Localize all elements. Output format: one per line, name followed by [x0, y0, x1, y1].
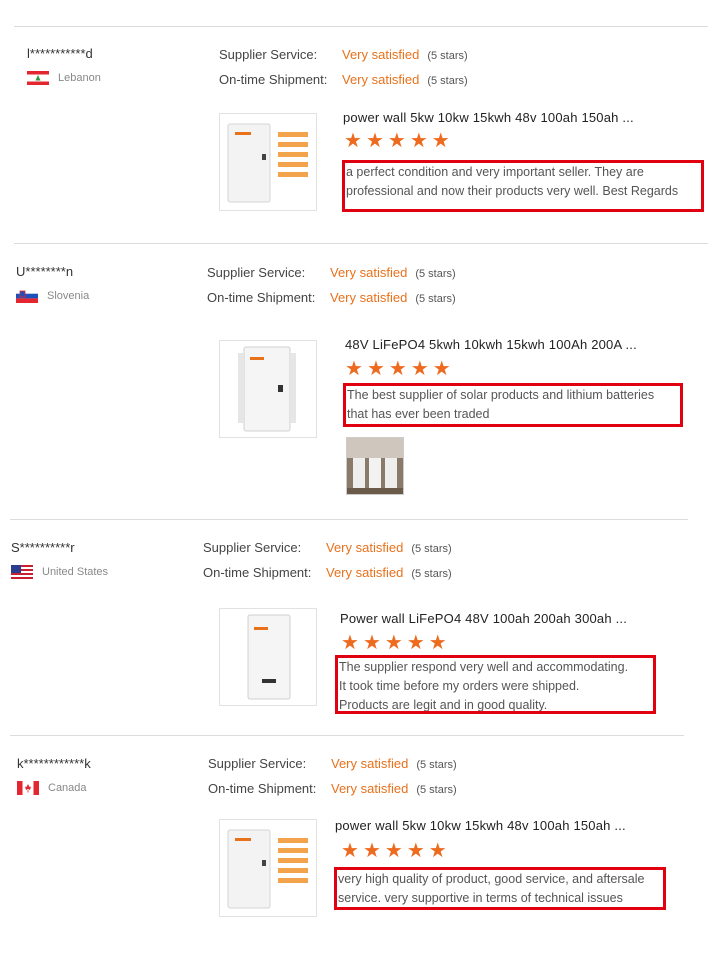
- country-label: Canada: [48, 782, 87, 794]
- supplier-service-label: Supplier Service:: [208, 756, 307, 771]
- star-icon: ★: [428, 840, 447, 862]
- reviewer-info: k************k Canada: [17, 756, 91, 795]
- review-comment: very high quality of product, good servi…: [334, 867, 666, 910]
- star-icon: ★: [341, 840, 359, 862]
- review-item: k************k Canada Supplier Service: …: [0, 0, 720, 960]
- supplier-service-value: Very satisfied: [331, 756, 409, 771]
- star-icon: ★: [384, 840, 403, 862]
- comment-line: very high quality of product, good servi…: [338, 872, 645, 886]
- comment-line: service. very supportive in terms of tec…: [338, 891, 623, 905]
- supplier-service-stars: (5 stars): [416, 759, 457, 771]
- reviewer-country: Canada: [17, 781, 91, 795]
- ontime-shipment-value: Very satisfied: [331, 781, 409, 796]
- product-title[interactable]: power wall 5kw 10kw 15kwh 48v 100ah 150a…: [335, 818, 626, 833]
- canada-flag-icon: [17, 781, 39, 795]
- seller-ratings: Supplier Service: Very satisfied (5 star…: [208, 752, 457, 802]
- star-icon: ★: [406, 840, 425, 862]
- star-icon: ★: [362, 840, 381, 862]
- ontime-shipment-stars: (5 stars): [416, 784, 457, 796]
- product-thumbnail[interactable]: [219, 819, 317, 917]
- star-rating: ★ ★ ★ ★ ★: [341, 841, 447, 861]
- ontime-shipment-row: On-time Shipment: Very satisfied (5 star…: [208, 777, 457, 802]
- reviewer-name: k************k: [17, 756, 91, 771]
- supplier-service-row: Supplier Service: Very satisfied (5 star…: [208, 752, 457, 777]
- ontime-shipment-label: On-time Shipment:: [208, 781, 317, 796]
